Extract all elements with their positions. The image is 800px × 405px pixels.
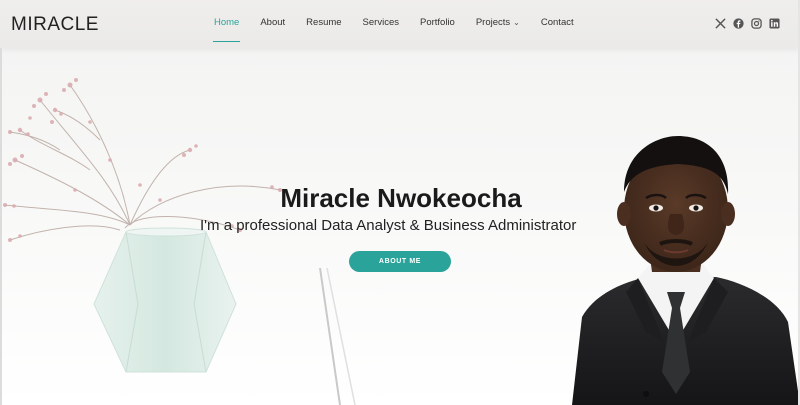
social-links xyxy=(715,18,780,29)
site-logo[interactable]: MIRACLE xyxy=(11,14,99,36)
nav-services[interactable]: Services xyxy=(363,17,399,37)
instagram-icon[interactable] xyxy=(751,18,762,29)
nav-projects[interactable]: Projects ⌄ xyxy=(476,17,520,37)
nav-portfolio[interactable]: Portfolio xyxy=(420,17,455,37)
nav-home[interactable]: Home xyxy=(212,17,241,42)
page: MIRACLE Home About Resume Services Portf… xyxy=(0,0,800,405)
glass-image xyxy=(319,268,356,405)
x-icon[interactable] xyxy=(715,18,726,29)
about-me-button[interactable]: ABOUT ME xyxy=(349,251,451,272)
hero-name-text: Miracle Nwokeocha xyxy=(280,183,522,213)
facebook-icon[interactable] xyxy=(733,18,744,29)
nav-resume[interactable]: Resume xyxy=(306,17,341,37)
nav-contact[interactable]: Contact xyxy=(541,17,574,37)
nav-about[interactable]: About xyxy=(260,17,285,37)
main-nav: Home About Resume Services Portfolio Pro… xyxy=(212,17,595,42)
profile-photo xyxy=(572,136,800,405)
site-header: MIRACLE Home About Resume Services Portf… xyxy=(0,0,800,48)
chevron-down-icon: ⌄ xyxy=(513,18,520,27)
nav-projects-label: Projects xyxy=(475,17,511,28)
hero-subtitle: I'm a professional Data Analyst & Busine… xyxy=(200,217,577,234)
linkedin-icon[interactable] xyxy=(769,18,780,29)
vase-image xyxy=(93,227,237,373)
left-edge-divider xyxy=(0,48,2,405)
